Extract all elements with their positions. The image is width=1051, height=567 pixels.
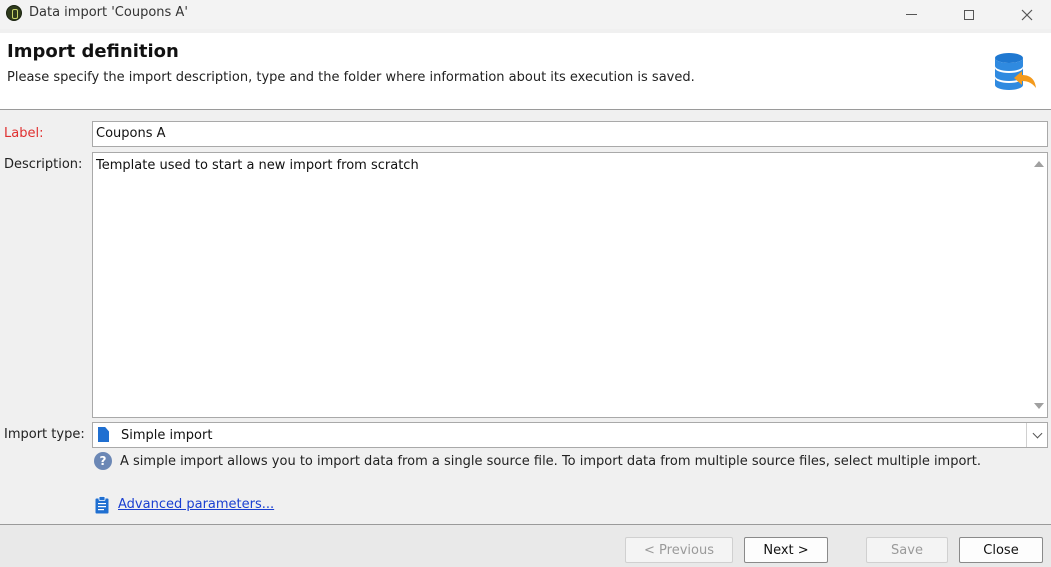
- import-type-help-text: A simple import allows you to import dat…: [120, 454, 982, 469]
- header-panel: Import definition Please specify the imp…: [0, 33, 1051, 110]
- chevron-down-icon: [1032, 428, 1042, 438]
- description-scrollbar[interactable]: [1030, 153, 1047, 417]
- close-window-button[interactable]: [1004, 0, 1050, 29]
- label-field-label: Label:: [4, 126, 44, 141]
- minimize-button[interactable]: [888, 0, 934, 29]
- document-icon: [98, 427, 109, 442]
- footer-bar: < Previous Next > Save Close: [0, 524, 1051, 567]
- help-icon: ?: [94, 452, 112, 470]
- page-title: Import definition: [7, 41, 179, 62]
- advanced-parameters-link[interactable]: Advanced parameters...: [118, 497, 274, 512]
- title-bar: Data import 'Coupons A': [0, 0, 1051, 29]
- scroll-up-icon[interactable]: [1034, 161, 1044, 167]
- close-button[interactable]: Close: [959, 537, 1043, 563]
- description-textarea[interactable]: Template used to start a new import from…: [92, 152, 1048, 418]
- description-field-label: Description:: [4, 157, 83, 172]
- dropdown-button[interactable]: [1026, 423, 1047, 447]
- clipboard-icon: [95, 496, 109, 514]
- label-input[interactable]: Coupons A: [92, 121, 1048, 147]
- import-type-field-label: Import type:: [4, 427, 85, 442]
- import-type-select[interactable]: Simple import: [92, 422, 1048, 448]
- scroll-down-icon[interactable]: [1034, 403, 1044, 409]
- next-button[interactable]: Next >: [744, 537, 828, 563]
- description-text: Template used to start a new import from…: [96, 158, 419, 173]
- maximize-icon: [964, 9, 974, 20]
- database-import-icon: [995, 53, 1036, 90]
- save-button[interactable]: Save: [866, 537, 948, 563]
- maximize-button[interactable]: [946, 0, 992, 29]
- window-title: Data import 'Coupons A': [29, 5, 188, 20]
- app-icon: [6, 5, 22, 21]
- previous-button[interactable]: < Previous: [625, 537, 733, 563]
- close-icon: [1021, 9, 1033, 20]
- import-type-value: Simple import: [121, 428, 213, 443]
- page-subtitle: Please specify the import description, t…: [7, 70, 695, 85]
- minimize-icon: [905, 14, 917, 15]
